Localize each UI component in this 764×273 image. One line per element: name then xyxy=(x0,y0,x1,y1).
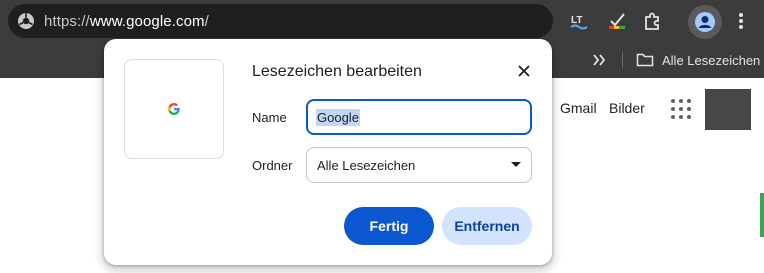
gmail-link[interactable]: Gmail xyxy=(560,100,597,116)
url-path: / xyxy=(204,12,209,30)
url-text: https://www.google.com/ xyxy=(44,13,209,30)
url-scheme: https:// xyxy=(44,12,90,30)
puzzle-icon[interactable] xyxy=(639,8,665,34)
double-chevron-icon[interactable] xyxy=(588,49,610,71)
done-button[interactable]: Fertig xyxy=(344,207,434,245)
toolbar: https://www.google.com/ LT xyxy=(0,0,764,42)
close-icon[interactable] xyxy=(514,61,534,81)
kebab-menu-icon[interactable] xyxy=(728,8,754,34)
account-area[interactable] xyxy=(705,89,751,130)
folder-value: Alle Lesezeichen xyxy=(317,157,416,173)
edit-bookmark-dialog: Lesezeichen bearbeiten Name Google Ordne… xyxy=(104,39,552,265)
address-bar[interactable]: https://www.google.com/ xyxy=(8,4,553,38)
apps-grid-icon[interactable] xyxy=(671,99,691,119)
side-indicator xyxy=(760,193,764,237)
languagetool-extension-icon[interactable]: LT xyxy=(566,8,592,34)
tune-icon[interactable] xyxy=(11,6,41,36)
caret-down-icon xyxy=(511,162,521,168)
favicon-preview xyxy=(124,59,224,159)
folder-select[interactable]: Alle Lesezeichen xyxy=(306,147,532,183)
name-field[interactable]: Google xyxy=(306,99,532,135)
folder-icon xyxy=(636,53,654,67)
profile-icon xyxy=(695,12,715,32)
name-label: Name xyxy=(252,110,287,125)
url-host: www.google.com xyxy=(89,12,205,30)
bookmarks-divider xyxy=(622,52,623,68)
folder-label: Ordner xyxy=(252,158,293,173)
profile-button[interactable] xyxy=(688,5,722,39)
google-g-icon xyxy=(168,103,180,115)
all-bookmarks-button[interactable]: Alle Lesezeichen xyxy=(636,48,760,72)
name-value: Google xyxy=(316,108,360,126)
remove-button[interactable]: Entfernen xyxy=(442,207,532,245)
dialog-title: Lesezeichen bearbeiten xyxy=(252,63,422,80)
images-link[interactable]: Bilder xyxy=(609,100,645,116)
all-bookmarks-label: Alle Lesezeichen xyxy=(662,52,761,68)
grammar-checker-extension-icon[interactable] xyxy=(604,8,630,34)
svg-text:LT: LT xyxy=(571,15,582,26)
